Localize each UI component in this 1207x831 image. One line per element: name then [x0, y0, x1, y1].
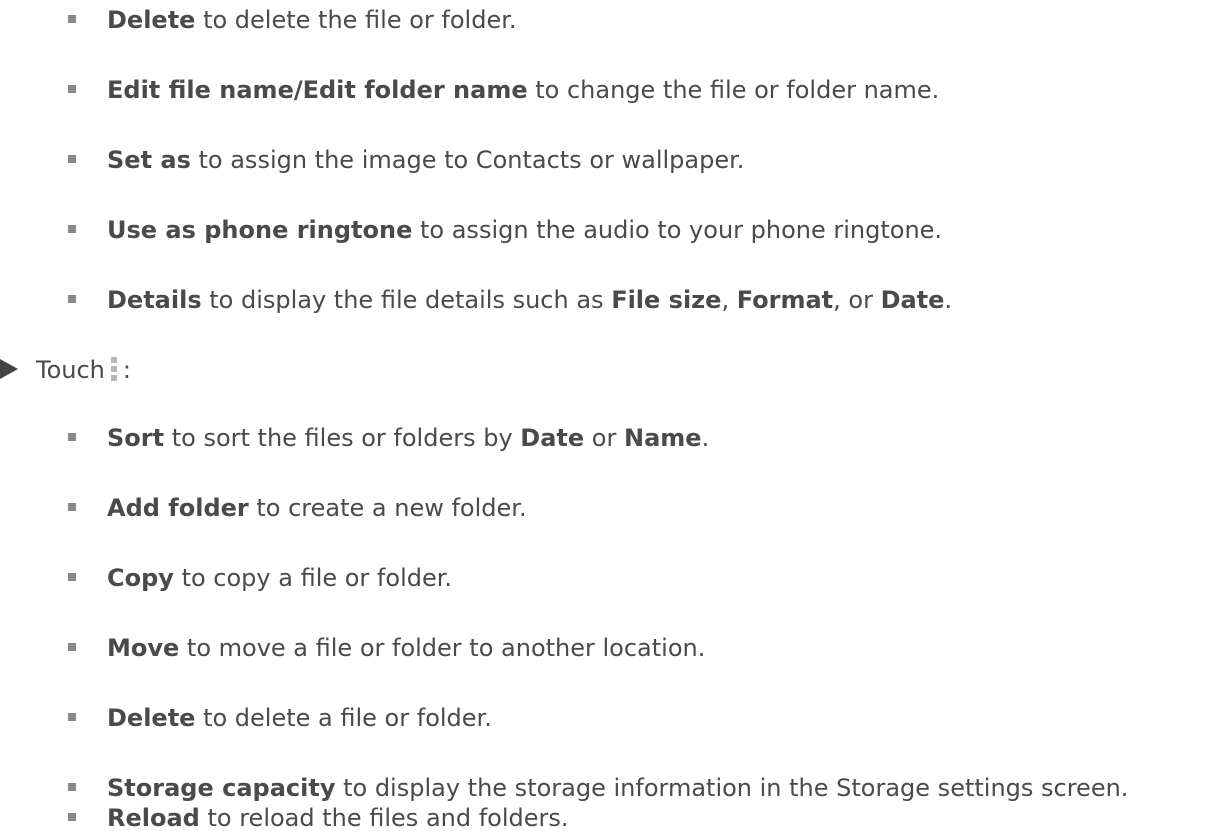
list-item: Delete to delete the file or folder. [68, 3, 517, 37]
list-item: Use as phone ringtone to assign the audi… [68, 213, 942, 247]
vertical-dots-menu-icon [110, 357, 117, 381]
list-item: Sort to sort the files or folders by Dat… [68, 421, 709, 455]
list-item: Details to display the file details such… [68, 283, 952, 317]
list-item: Add folder to create a new folder. [68, 491, 527, 525]
touch-instruction: Touch: [0, 353, 131, 387]
square-bullet-icon [68, 15, 76, 23]
square-bullet-icon [68, 783, 76, 791]
list-item: Set as to assign the image to Contacts o… [68, 143, 744, 177]
list-item: Copy to copy a file or folder. [68, 561, 452, 595]
list-item: Move to move a file or folder to another… [68, 631, 705, 665]
square-bullet-icon [68, 85, 76, 93]
square-bullet-icon [68, 713, 76, 721]
list-item: Delete to delete a file or folder. [68, 701, 492, 735]
list-item: Storage capacity to display the storage … [68, 771, 1128, 805]
square-bullet-icon [68, 295, 76, 303]
square-bullet-icon [68, 225, 76, 233]
square-bullet-icon [68, 813, 76, 821]
square-bullet-icon [68, 155, 76, 163]
square-bullet-icon [68, 503, 76, 511]
square-bullet-icon [68, 433, 76, 441]
square-bullet-icon [68, 573, 76, 581]
list-item: Edit file name/Edit folder name to chang… [68, 73, 939, 107]
square-bullet-icon [68, 643, 76, 651]
list-item: Reload to reload the files and folders. [68, 801, 569, 831]
document-page: Delete to delete the file or folder. Edi… [0, 0, 1207, 831]
triangle-right-icon [0, 359, 18, 379]
